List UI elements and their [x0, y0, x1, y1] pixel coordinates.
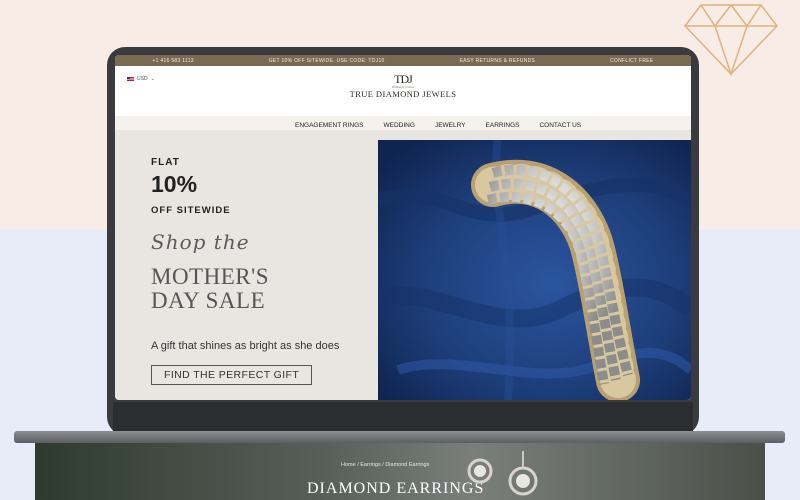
hero-off-sitewide: OFF SITEWIDE: [151, 205, 231, 216]
nav-contact-us[interactable]: CONTACT US: [539, 122, 581, 129]
logo-monogram: TDJ: [394, 72, 413, 86]
hero-percent: 10%: [151, 171, 198, 197]
bracelet-product-image[interactable]: [378, 140, 691, 400]
hero-tagline: A gift that shines as bright as she does: [151, 340, 340, 352]
find-gift-button[interactable]: FIND THE PERFECT GIFT: [151, 365, 313, 385]
laptop-base: [14, 431, 785, 443]
hero-banner: FLAT 10% OFF SITEWIDE Shop the MOTHER'S …: [115, 130, 691, 400]
nav-jewelry[interactable]: JEWELRY: [435, 122, 466, 129]
promo-phone[interactable]: +1 416 583 1113: [152, 58, 193, 64]
promo-conflict-free[interactable]: CONFLICT FREE: [610, 58, 654, 64]
nav-engagement-rings[interactable]: ENGAGEMENT RINGS: [295, 122, 364, 129]
promo-returns[interactable]: EASY RETURNS & REFUNDS: [459, 58, 535, 64]
logo-name: TRUE DIAMOND JEWELS: [349, 89, 457, 99]
laptop-screen: +1 416 583 1113 GET 10% OFF SITEWIDE. US…: [115, 55, 691, 400]
hero-script-heading: Shop the: [151, 230, 250, 254]
main-nav: ENGAGEMENT RINGS WEDDING JEWELRY EARRING…: [295, 122, 581, 129]
laptop-keyboard-area: [113, 402, 693, 432]
promo-offer: GET 10% OFF SITEWIDE. USE CODE: TDJ10: [268, 57, 385, 64]
site-header: USD ⌄ TDJ Brilliantly Crafted TRUE DIAMO…: [115, 66, 691, 129]
breadcrumb[interactable]: Home / Earrings / Diamond Earrings: [341, 462, 429, 468]
earring-image: [467, 451, 538, 496]
nav-earrings[interactable]: EARRINGS: [486, 122, 520, 129]
site-logo[interactable]: TDJ Brilliantly Crafted TRUE DIAMOND JEW…: [115, 73, 691, 99]
hero-title-line2: DAY SALE: [151, 288, 266, 313]
hero-title: MOTHER'S DAY SALE: [151, 265, 269, 313]
hero-title-line1: MOTHER'S: [151, 264, 270, 289]
hero-flat: FLAT: [151, 157, 180, 168]
promo-bar: +1 416 583 1113 GET 10% OFF SITEWIDE. US…: [115, 55, 691, 66]
nav-wedding[interactable]: WEDDING: [384, 122, 415, 129]
background-page-preview: Home / Earrings / Diamond Earrings DIAMO…: [35, 443, 765, 500]
hero-text-panel: FLAT 10% OFF SITEWIDE Shop the MOTHER'S …: [115, 130, 378, 400]
